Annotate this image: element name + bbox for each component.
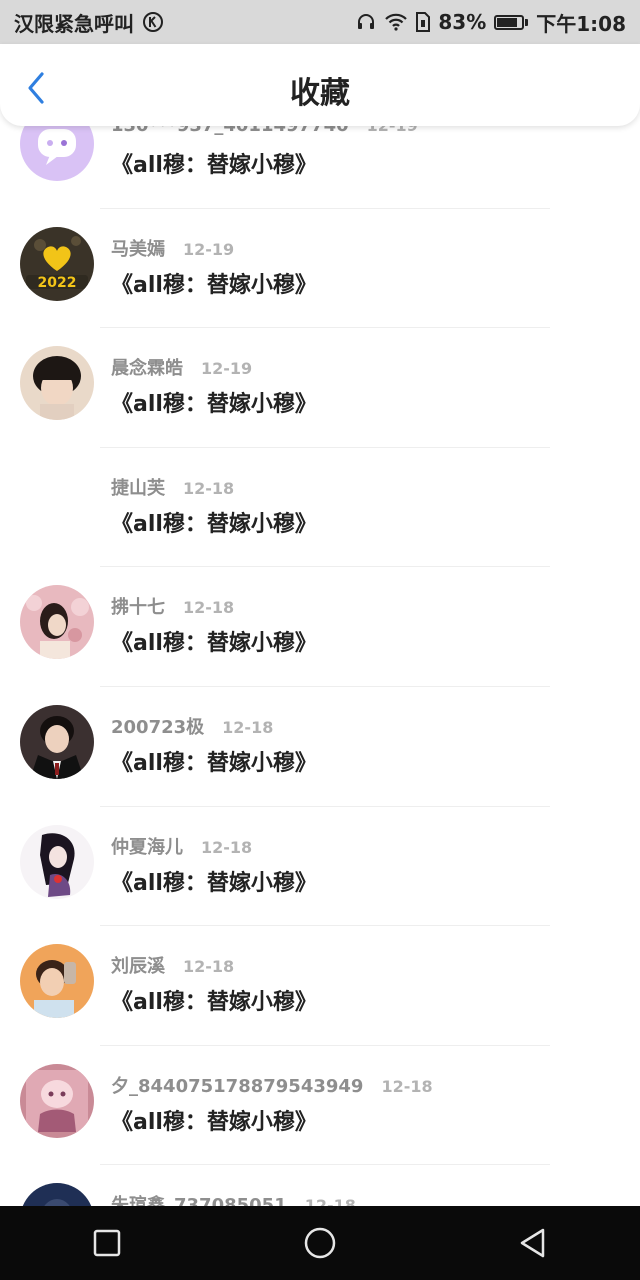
username[interactable]: 朱瑄鑫_737085051 — [111, 1191, 287, 1206]
status-bar-left: 汉限紧急呼叫 — [14, 8, 164, 37]
favorites-list-inner: 130***937_4011497740 12-19 《all穆：替嫁小穆》 2… — [0, 126, 640, 1206]
book-title[interactable]: 《all穆：替嫁小穆》 — [111, 865, 317, 897]
book-title[interactable]: 《all穆：替嫁小穆》 — [111, 984, 317, 1016]
item-meta: 捷山芙 12-18 — [111, 474, 234, 500]
date: 12-19 — [367, 126, 418, 135]
book-title[interactable]: 《all穆：替嫁小穆》 — [111, 745, 317, 777]
date: 12-19 — [183, 239, 235, 259]
carrier-text: 汉限紧急呼叫 — [14, 11, 134, 36]
username[interactable]: 马美嫣 — [111, 235, 165, 261]
sim-card-icon — [416, 12, 431, 32]
username[interactable]: 拂十七 — [111, 593, 165, 619]
list-item[interactable]: 130***937_4011497740 12-19 《all穆：替嫁小穆》 — [0, 126, 640, 209]
date: 12-18 — [183, 478, 235, 498]
list-item[interactable]: 晨念霖皓 12-19 《all穆：替嫁小穆》 — [0, 328, 640, 448]
list-item[interactable]: 2022 马美嫣 12-19 《all穆：替嫁小穆》 — [0, 209, 640, 329]
item-meta: 200723极 12-18 — [111, 713, 273, 739]
username[interactable]: 130***937_4011497740 — [111, 126, 349, 136]
screen: 汉限紧急呼叫 83% 下午1:08 收藏 《all穆：替嫁小穆》 2022 马美… — [0, 0, 640, 1280]
item-meta: 刘辰溪 12-18 — [111, 952, 234, 978]
status-bar-right: 83% 下午1:08 — [356, 8, 626, 37]
item-meta: 马美嫣 12-19 — [111, 235, 234, 261]
home-circle-icon — [304, 1227, 336, 1259]
list-item[interactable]: 仲夏海儿 12-18 《all穆：替嫁小穆》 — [0, 807, 640, 927]
username[interactable]: 捷山芙 — [111, 474, 165, 500]
avatar[interactable] — [20, 1183, 94, 1206]
home-button[interactable] — [290, 1213, 350, 1273]
header: 收藏 — [0, 44, 640, 126]
date: 12-19 — [201, 359, 253, 379]
username[interactable]: 仲夏海儿 — [111, 833, 183, 859]
back-nav-button[interactable] — [503, 1213, 563, 1273]
date: 12-18 — [201, 837, 253, 857]
list-item[interactable]: 刘辰溪 12-18 《all穆：替嫁小穆》 — [0, 926, 640, 1046]
svg-text:2022: 2022 — [38, 275, 77, 291]
username[interactable]: 刘辰溪 — [111, 952, 165, 978]
avatar[interactable]: 2022 — [20, 226, 94, 301]
wifi-icon — [384, 12, 408, 32]
clock: 下午1:08 — [536, 11, 626, 36]
system-nav-bar — [0, 1206, 640, 1280]
book-title[interactable]: 《all穆：替嫁小穆》 — [111, 147, 317, 179]
recent-apps-square-icon — [93, 1229, 120, 1257]
status-bar: 汉限紧急呼叫 83% 下午1:08 — [0, 0, 640, 44]
item-meta: 拂十七 12-18 — [111, 593, 234, 619]
avatar[interactable] — [20, 465, 94, 540]
book-title[interactable]: 《all穆：替嫁小穆》 — [111, 386, 317, 418]
avatar[interactable] — [20, 346, 94, 421]
item-meta: 130***937_4011497740 12-19 — [111, 126, 418, 136]
battery-icon — [494, 14, 529, 30]
headset-icon — [356, 12, 376, 32]
avatar[interactable] — [20, 1063, 94, 1138]
favorites-list: 130***937_4011497740 12-19 《all穆：替嫁小穆》 2… — [0, 126, 640, 1206]
book-title[interactable]: 《all穆：替嫁小穆》 — [111, 506, 317, 538]
avatar[interactable] — [20, 126, 94, 181]
date: 12-18 — [381, 1076, 433, 1096]
item-meta: 夕_8440751788795439​49 12-18 — [111, 1072, 433, 1098]
list-item[interactable]: 捷山芙 12-18 《all穆：替嫁小穆》 — [0, 448, 640, 568]
date: 12-18 — [222, 717, 274, 737]
username[interactable]: 晨念霖皓 — [111, 354, 183, 380]
item-meta: 朱瑄鑫_737085051 12-18 — [111, 1191, 356, 1206]
carrier-k-icon — [142, 11, 164, 33]
username[interactable]: 200723极 — [111, 713, 204, 739]
list-item[interactable]: 拂十七 12-18 《all穆：替嫁小穆》 — [0, 567, 640, 687]
username[interactable]: 夕_8440751788795439​49 — [111, 1072, 363, 1098]
book-title[interactable]: 《all穆：替嫁小穆》 — [111, 625, 317, 657]
book-title[interactable]: 《all穆：替嫁小穆》 — [111, 267, 317, 299]
battery-percent: 83% — [438, 10, 487, 34]
book-title[interactable]: 《all穆：替嫁小穆》 — [111, 1104, 317, 1136]
page-title: 收藏 — [290, 76, 350, 111]
list-item[interactable]: 朱瑄鑫_737085051 12-18 《all穆：替嫁小穆》 — [0, 1165, 640, 1206]
list-item[interactable]: 夕_8440751788795439​49 12-18 《all穆：替嫁小穆》 — [0, 1046, 640, 1166]
date: 12-18 — [183, 598, 235, 618]
back-triangle-icon — [521, 1228, 545, 1258]
list-item[interactable]: 200723极 12-18 《all穆：替嫁小穆》 — [0, 687, 640, 807]
date: 12-18 — [304, 1196, 356, 1206]
avatar[interactable] — [20, 704, 94, 779]
item-meta: 晨念霖皓 12-19 — [111, 354, 252, 380]
avatar[interactable] — [20, 824, 94, 899]
avatar[interactable] — [20, 585, 94, 660]
item-meta: 仲夏海儿 12-18 — [111, 833, 252, 859]
avatar[interactable] — [20, 944, 94, 1019]
recent-apps-button[interactable] — [77, 1213, 137, 1273]
date: 12-18 — [183, 957, 235, 977]
